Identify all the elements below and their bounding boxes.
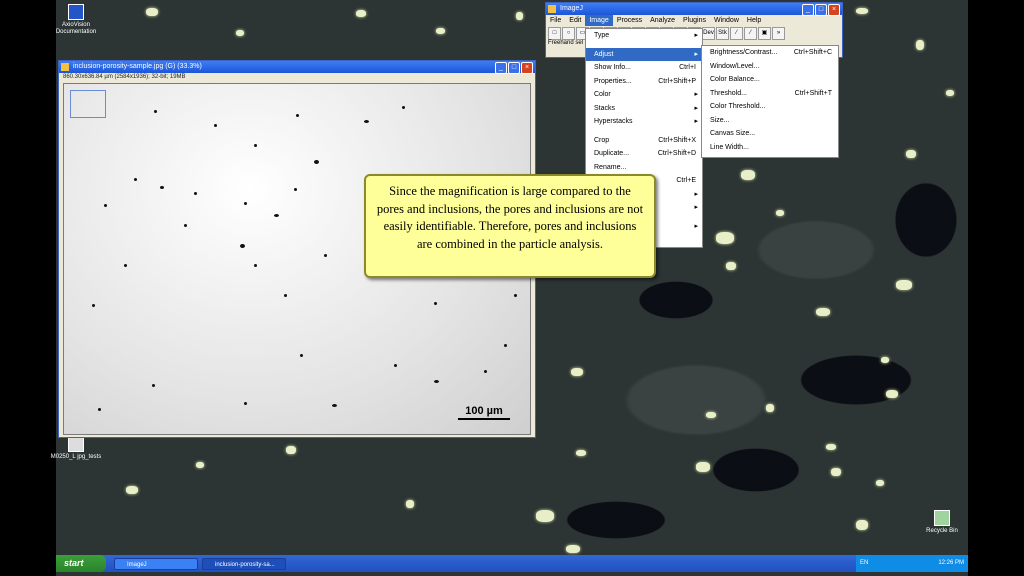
left-letterbox <box>0 0 56 576</box>
start-button[interactable]: start <box>56 555 106 572</box>
menu-item-brightness-contrast[interactable]: Brightness/Contrast... Ctrl+Shift+C <box>702 46 838 60</box>
scale-bar-label: 100 µm <box>465 405 503 417</box>
image-info: 860.30x636.84 µm (2584x1936); 32-bit; 19… <box>59 73 535 82</box>
menu-item-threshold[interactable]: Threshold... Ctrl+Shift+T <box>702 87 838 101</box>
file-icon <box>68 436 84 452</box>
menu-item-size[interactable]: Size... <box>702 114 838 128</box>
menu-analyze[interactable]: Analyze <box>646 15 679 26</box>
menubar: File Edit Image Process Analyze Plugins … <box>546 15 842 26</box>
menu-help[interactable]: Help <box>743 15 765 26</box>
desktop-icon-recycle-bin[interactable]: Recycle Bin <box>914 510 970 535</box>
desktop-icon-label: Recycle Bin <box>926 528 958 534</box>
menu-image[interactable]: Image <box>585 15 613 26</box>
menu-item-type[interactable]: Type ▸ <box>586 29 702 43</box>
system-tray: EN 12:26 PM <box>856 555 968 572</box>
menu-item-properties[interactable]: Properties... Ctrl+Shift+P <box>586 75 702 89</box>
menu-window[interactable]: Window <box>710 15 743 26</box>
menu-item-show-info[interactable]: Show Info... Ctrl+I <box>586 61 702 75</box>
menu-item-stacks[interactable]: Stacks ▸ <box>586 102 702 116</box>
imagej-title: ImageJ <box>560 5 583 12</box>
recycle-bin-icon <box>934 510 950 526</box>
clock: 12:26 PM <box>938 560 964 566</box>
maximize-button[interactable]: □ <box>815 4 827 16</box>
minimize-button[interactable]: _ <box>495 62 507 74</box>
taskbar: start ImageJ inclusion-porosity-sa... EN… <box>56 555 968 572</box>
menu-item-rename[interactable]: Rename... <box>586 161 702 175</box>
scale-bar: 100 µm <box>458 405 510 420</box>
desktop-icon-label: M0250_L jpg_tests <box>50 454 102 460</box>
menu-item-color[interactable]: Color ▸ <box>586 88 702 102</box>
imagej-window-icon <box>61 63 69 71</box>
menu-item-line-width[interactable]: Line Width... <box>702 141 838 155</box>
taskbar-item-imagej[interactable]: ImageJ <box>114 557 198 570</box>
maximize-button[interactable]: □ <box>508 62 520 74</box>
desktop-icon-axiovision[interactable]: AxioVision Documentation <box>48 4 104 36</box>
adjust-submenu: Brightness/Contrast... Ctrl+Shift+C Windo… <box>701 45 839 158</box>
menu-plugins[interactable]: Plugins <box>679 15 710 26</box>
minimize-button[interactable]: _ <box>802 4 814 16</box>
oval-tool[interactable]: ○ <box>562 27 575 40</box>
menu-edit[interactable]: Edit <box>565 15 585 26</box>
pencil-icon[interactable]: ⁄ <box>730 27 743 40</box>
imagej-titlebar[interactable]: ImageJ _ □ × <box>546 3 842 16</box>
roi-rectangle[interactable] <box>70 90 106 118</box>
menu-item-hyperstacks[interactable]: Hyperstacks ▸ <box>586 115 702 129</box>
taskbar-item-image-window[interactable]: inclusion-porosity-sa... <box>202 557 286 570</box>
menu-process[interactable]: Process <box>613 15 646 26</box>
menu-item-adjust[interactable]: Adjust ▸ <box>586 47 702 61</box>
image-window-titlebar[interactable]: inclusion-porosity-sample.jpg (G) (33.3%… <box>59 61 535 74</box>
close-button[interactable]: × <box>828 4 840 16</box>
desktop-icon-label: AxioVision Documentation <box>55 22 97 35</box>
flood-fill-icon[interactable]: ▣ <box>758 27 771 40</box>
menu-file[interactable]: File <box>546 15 565 26</box>
annotation-callout: Since the magnification is large compare… <box>364 174 656 278</box>
imagej-app-icon <box>548 5 556 13</box>
language-indicator[interactable]: EN <box>860 555 868 572</box>
brush-icon[interactable]: ⁄ <box>744 27 757 40</box>
right-letterbox <box>968 0 1024 576</box>
rectangle-tool[interactable]: □ <box>548 27 561 40</box>
menu-item-window-level[interactable]: Window/Level... <box>702 60 838 74</box>
stk-tool[interactable]: Stk <box>716 27 729 40</box>
axiovision-icon <box>68 4 84 20</box>
dev-tool[interactable]: Dev <box>702 27 715 40</box>
more-tools-icon[interactable]: » <box>772 27 785 40</box>
close-button[interactable]: × <box>521 62 533 74</box>
menu-item-crop[interactable]: Crop Ctrl+Shift+X <box>586 134 702 148</box>
menu-item-duplicate[interactable]: Duplicate... Ctrl+Shift+D <box>586 147 702 161</box>
menu-item-canvas-size[interactable]: Canvas Size... <box>702 127 838 141</box>
desktop-icon-m0250[interactable]: M0250_L jpg_tests <box>48 436 104 461</box>
menu-item-color-balance[interactable]: Color Balance... <box>702 73 838 87</box>
image-window-title: inclusion-porosity-sample.jpg (G) (33.3%… <box>73 63 202 70</box>
menu-item-color-threshold[interactable]: Color Threshold... <box>702 100 838 114</box>
